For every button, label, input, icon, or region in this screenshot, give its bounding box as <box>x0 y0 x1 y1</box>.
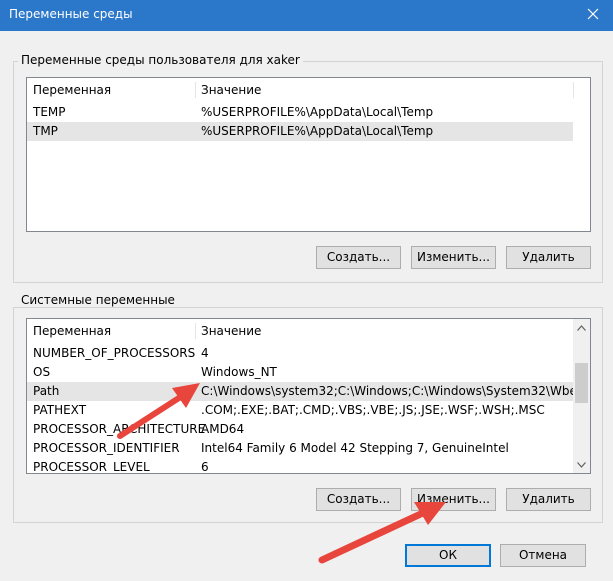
variable-name: Path <box>33 384 60 398</box>
system-create-button[interactable]: Создать... <box>316 488 401 511</box>
variable-name: OS <box>33 365 51 379</box>
variable-value: %USERPROFILE%\AppData\Local\Temp <box>201 124 434 138</box>
variable-value: Windows_NT <box>201 365 277 379</box>
user-vars-header: Переменная Значение <box>27 78 590 102</box>
system-edit-button[interactable]: Изменить... <box>411 488 496 511</box>
column-header-variable[interactable]: Переменная <box>27 319 195 343</box>
scroll-up-icon[interactable] <box>573 319 590 336</box>
variable-value: Intel64 Family 6 Model 42 Stepping 7, Ge… <box>201 441 509 455</box>
variable-name: PROCESSOR_LEVEL <box>33 460 150 474</box>
column-header-value[interactable]: Значение <box>195 319 573 343</box>
variable-value: %USERPROFILE%\AppData\Local\Temp <box>201 105 434 119</box>
variable-value: 4 <box>201 346 209 360</box>
system-vars-scrollbar[interactable] <box>573 319 590 473</box>
table-row[interactable]: TEMP %USERPROFILE%\AppData\Local\Temp <box>27 103 573 122</box>
user-edit-button[interactable]: Изменить... <box>411 246 496 269</box>
variable-value: .COM;.EXE;.BAT;.CMD;.VBS;.VBE;.JS;.JSE;.… <box>201 403 545 417</box>
system-delete-button[interactable]: Удалить <box>506 488 591 511</box>
user-delete-button[interactable]: Удалить <box>506 246 591 269</box>
scroll-down-icon[interactable] <box>573 456 590 473</box>
ok-button[interactable]: ОК <box>405 544 491 567</box>
table-row[interactable]: PROCESSOR_ARCHITECTURE AMD64 <box>27 420 573 439</box>
table-row[interactable]: OS Windows_NT <box>27 363 573 382</box>
variable-name: PROCESSOR_ARCHITECTURE <box>33 422 206 436</box>
column-header-variable[interactable]: Переменная <box>27 78 195 102</box>
variable-name: TMP <box>33 124 58 138</box>
column-header-value[interactable]: Значение <box>195 78 573 102</box>
variable-name: PROCESSOR_IDENTIFIER <box>33 441 180 455</box>
variable-value: C:\Windows\system32;C:\Windows;C:\Window… <box>201 384 591 398</box>
table-row[interactable]: Path C:\Windows\system32;C:\Windows;C:\Wi… <box>27 382 590 401</box>
variable-value: AMD64 <box>201 422 245 436</box>
variable-name: PATHEXT <box>33 403 87 417</box>
system-vars-header: Переменная Значение <box>27 319 590 343</box>
title-bar: Переменные среды <box>0 0 613 31</box>
variable-name: NUMBER_OF_PROCESSORS <box>33 346 196 360</box>
table-row[interactable]: PATHEXT .COM;.EXE;.BAT;.CMD;.VBS;.VBE;.JS… <box>27 401 573 420</box>
user-vars-group-label: Переменные среды пользователя для xaker <box>18 53 303 67</box>
table-row[interactable]: NUMBER_OF_PROCESSORS 4 <box>27 344 573 363</box>
user-create-button[interactable]: Создать... <box>316 246 401 269</box>
close-icon[interactable] <box>585 6 601 22</box>
scroll-thumb[interactable] <box>575 363 588 403</box>
user-vars-list[interactable]: Переменная Значение TEMP %USERPROFILE%\Ap… <box>26 77 591 232</box>
window-title: Переменные среды <box>9 7 133 21</box>
table-row[interactable]: TMP %USERPROFILE%\AppData\Local\Temp <box>27 122 573 141</box>
cancel-button[interactable]: Отмена <box>500 544 586 567</box>
system-vars-group-label: Системные переменные <box>18 293 178 307</box>
variable-value: 6 <box>201 460 209 474</box>
table-row[interactable]: PROCESSOR_LEVEL 6 <box>27 458 573 474</box>
system-vars-list[interactable]: Переменная Значение NUMBER_OF_PROCESSORS… <box>26 318 591 474</box>
variable-name: TEMP <box>33 105 66 119</box>
table-row[interactable]: PROCESSOR_IDENTIFIER Intel64 Family 6 Mod… <box>27 439 573 458</box>
